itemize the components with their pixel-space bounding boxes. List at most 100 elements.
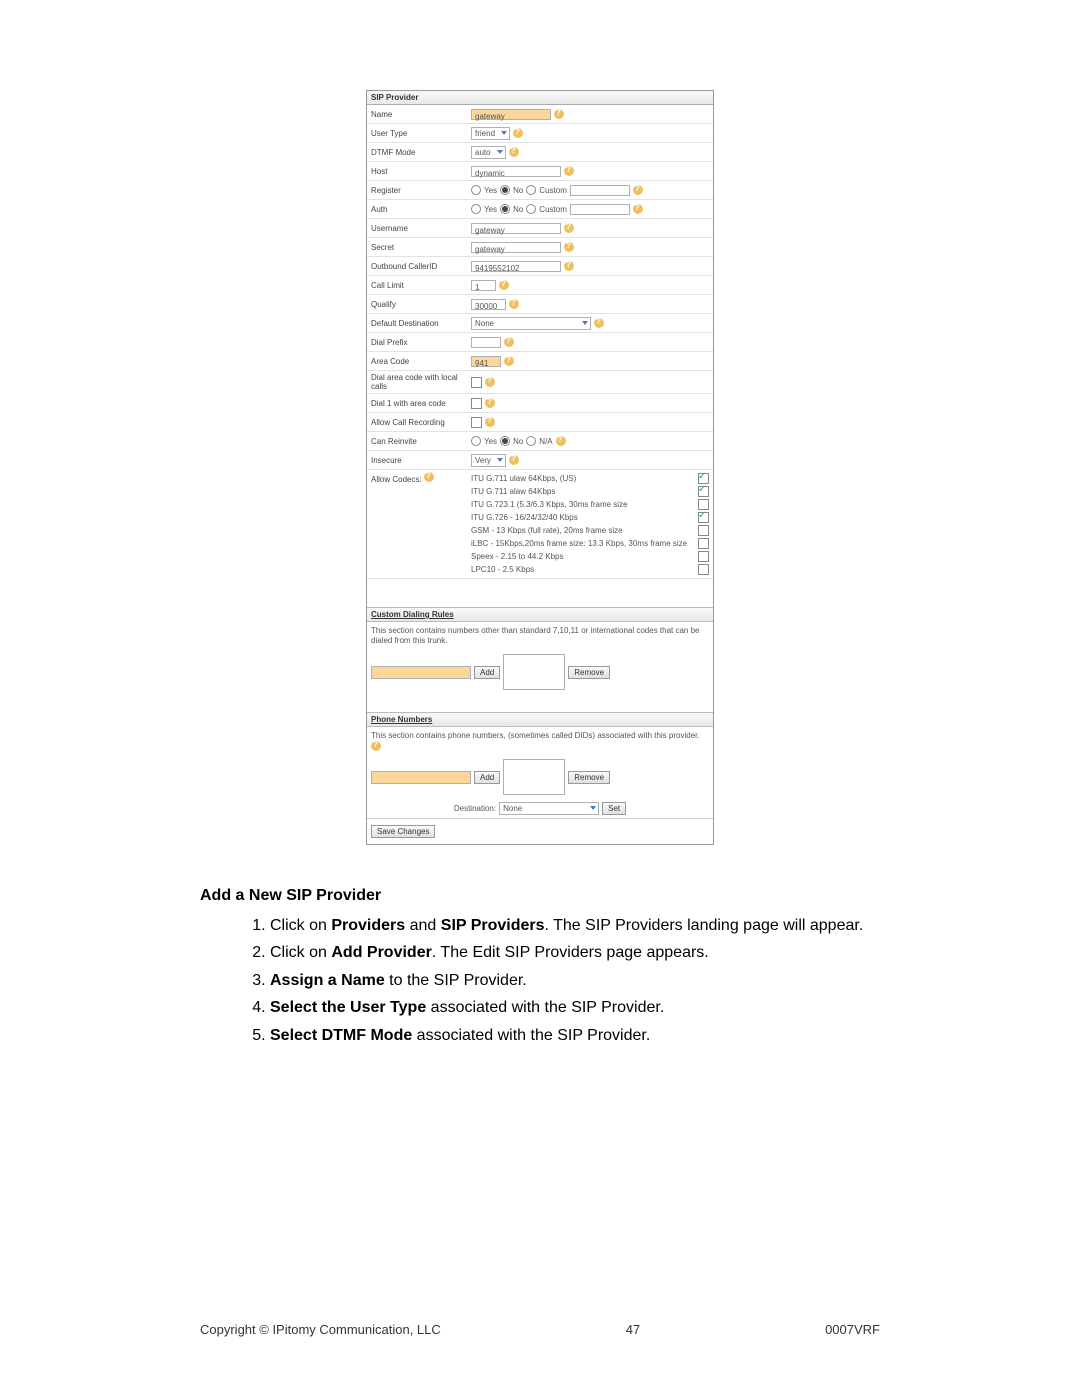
host-input[interactable]: dynamic <box>471 166 561 177</box>
phone-numbers-desc: This section contains phone numbers, (so… <box>367 727 713 755</box>
call-limit-input[interactable]: 1 <box>471 280 496 291</box>
sip-provider-screenshot: SIP Provider Name gateway User Type frie… <box>366 90 714 845</box>
help-icon[interactable] <box>633 185 643 195</box>
help-icon[interactable] <box>499 280 509 290</box>
reinvite-yes-radio[interactable] <box>471 436 481 446</box>
codec-checkbox[interactable] <box>698 499 709 510</box>
phone-numbers-listbox[interactable] <box>503 759 565 795</box>
destination-set-button[interactable]: Set <box>602 802 626 815</box>
field-auth: Auth Yes No Custom <box>367 200 713 219</box>
register-custom-radio[interactable] <box>526 185 536 195</box>
codec-label: LPC10 - 2.5 Kbps <box>471 565 698 574</box>
reinvite-no-radio[interactable] <box>500 436 510 446</box>
username-input[interactable]: gateway <box>471 223 561 234</box>
field-dial-prefix: Dial Prefix <box>367 333 713 352</box>
field-secret: Secret gateway <box>367 238 713 257</box>
help-icon[interactable] <box>509 455 519 465</box>
codec-checkbox[interactable] <box>698 551 709 562</box>
destination-select[interactable]: None <box>499 802 599 815</box>
field-name: Name gateway <box>367 105 713 124</box>
help-icon[interactable] <box>371 741 381 751</box>
register-yes-radio[interactable] <box>471 185 481 195</box>
help-icon[interactable] <box>513 128 523 138</box>
instruction-item: Select DTMF Mode associated with the SIP… <box>270 1025 880 1047</box>
field-register: Register Yes No Custom <box>367 181 713 200</box>
help-icon[interactable] <box>485 377 495 387</box>
save-changes-button[interactable]: Save Changes <box>371 825 435 838</box>
help-icon[interactable] <box>485 417 495 427</box>
phone-numbers-title: Phone Numbers <box>367 712 713 727</box>
custom-rules-listbox[interactable] <box>503 654 565 690</box>
help-icon[interactable] <box>564 166 574 176</box>
user-type-select[interactable]: friend <box>471 127 510 140</box>
custom-rules-add-button[interactable]: Add <box>474 666 500 679</box>
instruction-item: Assign a Name to the SIP Provider. <box>270 970 880 992</box>
help-icon[interactable] <box>485 398 495 408</box>
field-area-code: Area Code 941 <box>367 352 713 371</box>
auth-no-radio[interactable] <box>500 204 510 214</box>
phone-numbers-destination-row: Destination: None Set <box>367 799 713 819</box>
auth-custom-input[interactable] <box>570 204 630 215</box>
help-icon[interactable] <box>556 436 566 446</box>
codec-label: ITU G.711 ulaw 64Kbps, (US) <box>471 474 698 483</box>
secret-input[interactable]: gateway <box>471 242 561 253</box>
auth-yes-radio[interactable] <box>471 204 481 214</box>
codec-row: iLBC - 15Kbps,20ms frame size: 13.3 Kbps… <box>471 537 709 550</box>
reinvite-na-radio[interactable] <box>526 436 536 446</box>
field-can-reinvite: Can Reinvite Yes No N/A <box>367 432 713 451</box>
auth-custom-radio[interactable] <box>526 204 536 214</box>
insecure-select[interactable]: Very <box>471 454 506 467</box>
codec-row: LPC10 - 2.5 Kbps <box>471 563 709 576</box>
codec-checkbox[interactable] <box>698 486 709 497</box>
help-icon[interactable] <box>564 261 574 271</box>
name-input[interactable]: gateway <box>471 109 551 120</box>
codec-checkbox[interactable] <box>698 564 709 575</box>
phone-numbers-remove-button[interactable]: Remove <box>568 771 610 784</box>
area-code-input[interactable]: 941 <box>471 356 501 367</box>
custom-rules-input[interactable] <box>371 666 471 679</box>
phone-numbers-add-button[interactable]: Add <box>474 771 500 784</box>
outbound-callerid-input[interactable]: 9419552102 <box>471 261 561 272</box>
help-icon[interactable] <box>564 242 574 252</box>
codec-checkbox[interactable] <box>698 473 709 484</box>
default-destination-select[interactable]: None <box>471 317 591 330</box>
help-icon[interactable] <box>504 337 514 347</box>
help-icon[interactable] <box>564 223 574 233</box>
footer-left: Copyright © IPitomy Communication, LLC <box>200 1322 441 1337</box>
help-icon[interactable] <box>594 318 604 328</box>
field-dial-ac-local: Dial area code with local calls <box>367 371 713 394</box>
dial-1-ac-checkbox[interactable] <box>471 398 482 409</box>
field-username: Username gateway <box>367 219 713 238</box>
instructions: Add a New SIP Provider Click on Provider… <box>200 885 880 1047</box>
help-icon[interactable] <box>554 109 564 119</box>
phone-numbers-input[interactable] <box>371 771 471 784</box>
codec-label: iLBC - 15Kbps,20ms frame size: 13.3 Kbps… <box>471 539 698 548</box>
codec-label: GSM - 13 Kbps (full rate), 20ms frame si… <box>471 526 698 535</box>
qualify-input[interactable]: 30000 <box>471 299 506 310</box>
codec-checkbox[interactable] <box>698 525 709 536</box>
custom-rules-remove-button[interactable]: Remove <box>568 666 610 679</box>
field-qualify: Qualify 30000 <box>367 295 713 314</box>
help-icon[interactable] <box>504 356 514 366</box>
allow-recording-checkbox[interactable] <box>471 417 482 428</box>
help-icon[interactable] <box>424 472 434 482</box>
dtmf-mode-select[interactable]: auto <box>471 146 506 159</box>
panel-title: SIP Provider <box>367 91 713 105</box>
codec-checkbox[interactable] <box>698 512 709 523</box>
codec-label: ITU G.711 alaw 64Kbps <box>471 487 698 496</box>
codec-label: ITU G.726 - 16/24/32/40 Kbps <box>471 513 698 522</box>
custom-rules-controls: Add Remove <box>367 650 713 694</box>
dial-prefix-input[interactable] <box>471 337 501 348</box>
help-icon[interactable] <box>509 147 519 157</box>
help-icon[interactable] <box>509 299 519 309</box>
register-custom-input[interactable] <box>570 185 630 196</box>
codec-checkbox[interactable] <box>698 538 709 549</box>
codec-row: ITU G.711 alaw 64Kbps <box>471 485 709 498</box>
instructions-heading: Add a New SIP Provider <box>200 885 880 907</box>
field-outbound-callerid: Outbound CallerID 9419552102 <box>367 257 713 276</box>
footer-right: 0007VRF <box>825 1322 880 1337</box>
dial-ac-local-checkbox[interactable] <box>471 377 482 388</box>
field-default-destination: Default Destination None <box>367 314 713 333</box>
help-icon[interactable] <box>633 204 643 214</box>
register-no-radio[interactable] <box>500 185 510 195</box>
